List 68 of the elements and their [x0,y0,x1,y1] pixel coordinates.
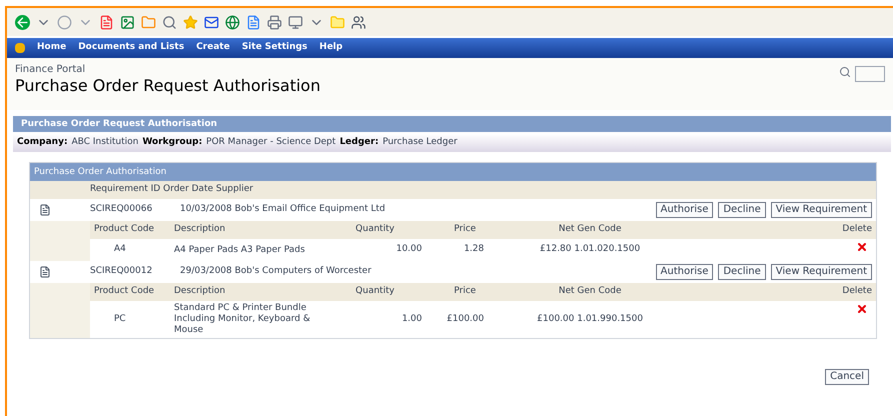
monitor-icon[interactable] [288,14,303,30]
item-column-header: Price [453,223,477,236]
requirement-details: 10/03/2008 Bob's Email Office Equipment Ltd [180,203,386,216]
info-label: Workgroup: [142,136,202,150]
action-button[interactable]: View Requirement [770,264,872,280]
search-icon[interactable] [162,14,177,30]
requirement-details: 29/03/2008 Bob's Computers of Worcester [180,265,372,278]
printer-icon[interactable] [267,14,282,30]
portal-name: Finance Portal [15,64,86,76]
delete-icon[interactable] [856,241,868,253]
table-cell-text: 10.00 [395,243,423,256]
menu-link[interactable]: Documents and Lists [78,41,184,55]
info-value: POR Manager - Science Dept [206,136,336,150]
item-column-header: Net Gen Code [558,285,622,298]
table-cell-text: £100.00 1.01.990.1500 [536,312,644,326]
item-column-header: Quantity [354,223,396,236]
requirement-id: SCIREQ00012 [90,265,154,278]
table-cell-text: A4 [113,243,127,256]
globe-icon[interactable] [225,14,240,30]
item-column-header: Delete [841,285,873,298]
table-cell-text: 1.00 [400,312,423,326]
page-icon[interactable] [246,14,261,30]
menu-link[interactable]: Home [37,41,66,55]
item-column-header: Quantity [354,285,396,298]
table-cell-text: PC [113,312,127,326]
info-value: Purchase Ledger [382,136,458,150]
page-title: Purchase Order Request Authorisation [15,76,320,96]
column-header: Requirement ID Order Date Supplier [90,183,254,196]
item-column-header: Product Code [93,223,156,236]
requirement-icon[interactable] [39,204,51,216]
search-field[interactable] [855,66,885,82]
item-column-header: Product Code [93,285,156,298]
action-button[interactable]: View Requirement [770,202,872,218]
action-button[interactable]: Decline [718,202,766,218]
item-column-header: Description [173,285,226,298]
action-button[interactable]: Decline [718,264,766,280]
search-icon[interactable] [839,66,851,78]
item-column-header: Net Gen Code [558,223,622,236]
star-icon[interactable] [183,14,198,30]
table-cell-text: Standard PC & Printer Bundle Including Monitor, Keyboard & Mouse [173,303,312,336]
cancel-button[interactable]: Cancel [825,369,869,385]
menu-link[interactable]: Create [196,41,230,55]
menu-link[interactable]: Site Settings [242,41,308,55]
table-cell-text: £12.80 1.01.020.1500 [538,243,642,256]
info-value: ABC Institution [72,136,138,150]
circle-icon[interactable] [57,14,72,30]
item-column-header: Delete [841,223,873,236]
info-label: Ledger: [340,136,379,150]
requirement-id: SCIREQ00066 [90,203,154,216]
document-icon[interactable] [99,14,114,30]
table-cell-text: A4 Paper Pads A3 Paper Pads [173,244,306,256]
action-button[interactable]: Authorise [656,202,714,218]
table-cell-text: 1.28 [462,243,485,256]
item-column-header: Price [453,285,477,298]
table-cell-text: £100.00 [446,312,485,326]
panel-header: Purchase Order Authorisation [30,163,876,181]
section-header: Purchase Order Request Authorisation [13,116,891,132]
item-column-header: Description [173,223,226,236]
action-button[interactable]: Authorise [656,264,714,280]
delete-icon[interactable] [856,303,868,315]
info-label: Company: [17,136,68,150]
image-icon[interactable] [120,14,135,30]
mail-icon[interactable] [204,14,219,30]
requirement-icon[interactable] [39,266,51,278]
users-icon[interactable] [351,14,366,30]
logo-icon [15,43,25,53]
menu-link[interactable]: Help [319,41,343,55]
back-icon[interactable] [15,14,30,30]
